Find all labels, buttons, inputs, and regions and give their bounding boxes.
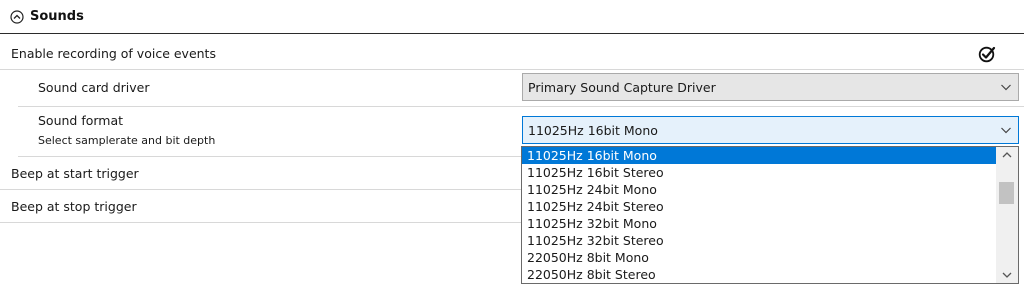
sound-format-label: Sound format [38, 113, 124, 128]
sound-format-value: 11025Hz 16bit Mono [528, 123, 658, 138]
section-header[interactable]: Sounds [0, 0, 1024, 34]
sound-format-select[interactable]: 11025Hz 16bit Mono [522, 116, 1019, 144]
sound-format-description: Select samplerate and bit depth [38, 134, 216, 147]
beep-stop-label: Beep at stop trigger [11, 199, 137, 214]
dropdown-option[interactable]: 11025Hz 16bit Stereo [522, 164, 996, 181]
chevron-down-icon [1001, 127, 1011, 134]
dropdown-option[interactable]: 11025Hz 24bit Stereo [522, 198, 996, 215]
enable-recording-label: Enable recording of voice events [11, 46, 216, 61]
chevron-down-icon [1001, 84, 1011, 91]
chevron-up-circle-icon[interactable] [10, 10, 24, 24]
sound-card-driver-label: Sound card driver [38, 80, 150, 95]
beep-start-label: Beep at start trigger [11, 166, 139, 181]
dropdown-option[interactable]: 11025Hz 16bit Mono [522, 147, 996, 164]
sound-format-dropdown-list[interactable]: 11025Hz 16bit Mono 11025Hz 16bit Stereo … [521, 146, 1019, 284]
scrollbar-thumb[interactable] [999, 182, 1014, 204]
dropdown-option[interactable]: 22050Hz 8bit Stereo [522, 266, 996, 283]
enable-recording-row[interactable]: Enable recording of voice events [0, 35, 1024, 69]
dropdown-option[interactable]: 11025Hz 24bit Mono [522, 181, 996, 198]
dropdown-option[interactable]: 11025Hz 32bit Stereo [522, 232, 996, 249]
scroll-down-icon[interactable] [996, 266, 1018, 283]
scroll-up-icon[interactable] [996, 147, 1018, 164]
dropdown-scrollbar[interactable] [996, 147, 1018, 283]
sound-card-driver-value: Primary Sound Capture Driver [528, 80, 716, 95]
dropdown-option[interactable]: 22050Hz 8bit Mono [522, 249, 996, 266]
section-title: Sounds [30, 9, 84, 24]
sound-card-driver-select[interactable]: Primary Sound Capture Driver [522, 73, 1019, 101]
divider [0, 222, 521, 223]
check-circle-icon[interactable] [978, 45, 996, 63]
dropdown-option[interactable]: 11025Hz 32bit Mono [522, 215, 996, 232]
